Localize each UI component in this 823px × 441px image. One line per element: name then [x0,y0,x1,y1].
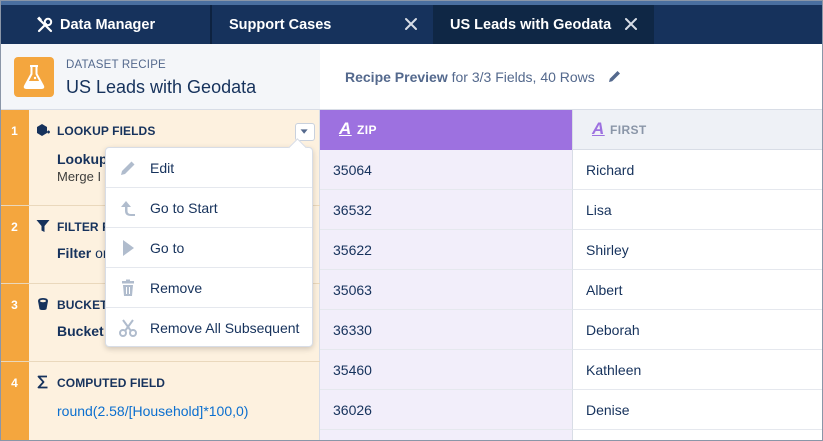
menu-item-go-to-start[interactable]: Go to Start [106,188,312,228]
cell-first[interactable]: Deborah [572,310,823,350]
cell-first[interactable]: Lisa [572,190,823,230]
step-type: BUCKET [57,298,108,312]
play-icon [123,240,134,256]
column-header-zip[interactable]: A ZIP [320,110,572,150]
filter-icon [36,220,50,232]
pencil-icon[interactable] [608,69,622,83]
cell-first[interactable]: Richard [572,150,823,190]
step-number: 1 [0,110,29,205]
step-computed-field[interactable]: 4 COMPUTED FIELD round(2.58/[Household]*… [0,362,320,441]
menu-item-remove[interactable]: Remove [106,268,312,308]
step-type: LOOKUP FIELDS [57,124,156,138]
menu-item-label: Remove [150,280,203,296]
tab-data-manager[interactable]: Data Manager [0,5,208,44]
tab-label: Data Manager [60,16,156,33]
bucket-icon [38,298,48,310]
flask-icon [14,57,54,97]
tab-bar: Data Manager Support Cases US Leads with… [0,0,823,44]
close-icon[interactable] [403,16,419,32]
tab-us-leads-with-geodata[interactable]: US Leads with Geodata [433,5,654,44]
step-number: 4 [0,362,29,441]
trash-icon [122,279,134,296]
preview-grid: A ZIP A FIRST 35064 Richard 36532 Lisa 3… [320,110,823,441]
preview-subtitle: for 3/3 Fields, 40 Rows [447,69,595,85]
cell-zip[interactable]: 35063 [320,270,572,310]
preview-header: Recipe Preview for 3/3 Fields, 40 Rows [320,44,823,110]
step-description: Merge I [57,169,102,184]
cell-zip[interactable]: 35064 [320,150,572,190]
step-number: 2 [0,206,29,283]
cell-zip[interactable]: 35460 [320,350,572,390]
recipe-header: DATASET RECIPE US Leads with Geodata [0,44,320,110]
column-header-first[interactable]: A FIRST [572,110,823,150]
step-number: 3 [0,284,29,361]
menu-item-edit[interactable]: Edit [106,148,312,188]
wrench-screwdriver-icon [37,16,53,33]
recipe-kicker: DATASET RECIPE [66,59,166,71]
cell-zip[interactable]: 36026 [320,390,572,430]
text-type-icon: A [592,119,605,138]
tab-label: US Leads with Geodata [450,16,612,33]
cell-first-partial [572,430,823,441]
step-title: Filter or [57,245,108,261]
tab-bar-spacer [654,5,823,44]
cell-first[interactable]: Denise [572,390,823,430]
tab-label: Support Cases [229,16,332,33]
menu-item-label: Go to [150,240,185,256]
recipe-title: US Leads with Geodata [66,77,257,97]
menu-item-label: Remove All Subsequent [150,320,300,336]
tab-support-cases[interactable]: Support Cases [210,5,432,44]
preview-title: Recipe Preview for 3/3 Fields, 40 Rows [345,69,595,85]
menu-item-remove-all-subsequent[interactable]: Remove All Subsequent [106,308,312,348]
step-context-menu: Edit Go to Start Go to Remove Remove All… [105,147,313,347]
cell-zip-partial [320,430,572,441]
sigma-icon [37,375,48,389]
step-type: COMPUTED FIELD [57,376,166,390]
menu-item-label: Edit [150,160,175,176]
menu-item-label: Go to Start [150,200,218,216]
close-icon[interactable] [623,16,639,32]
cell-first[interactable]: Kathleen [572,350,823,390]
step-type: FILTER R [57,220,111,234]
cell-zip[interactable]: 35622 [320,230,572,270]
cell-zip[interactable]: 36330 [320,310,572,350]
column-name: ZIP [357,123,377,137]
go-to-start-icon [121,201,135,216]
lookup-icon [37,124,50,136]
step-formula: round(2.58/[Household]*100,0) [57,403,249,419]
menu-item-go-to[interactable]: Go to [106,228,312,268]
pencil-icon [121,161,135,175]
cell-first[interactable]: Shirley [572,230,823,270]
column-name: FIRST [610,123,647,137]
chevron-down-icon [300,129,308,134]
scissors-icon [119,319,137,337]
step-title: Bucket [57,323,104,339]
step-title: Lookup [57,151,108,167]
step-title-text: Filter [57,245,92,261]
cell-zip[interactable]: 36532 [320,190,572,230]
text-type-icon: A [339,119,352,138]
preview-title-text: Recipe Preview [345,69,448,85]
cell-first[interactable]: Albert [572,270,823,310]
